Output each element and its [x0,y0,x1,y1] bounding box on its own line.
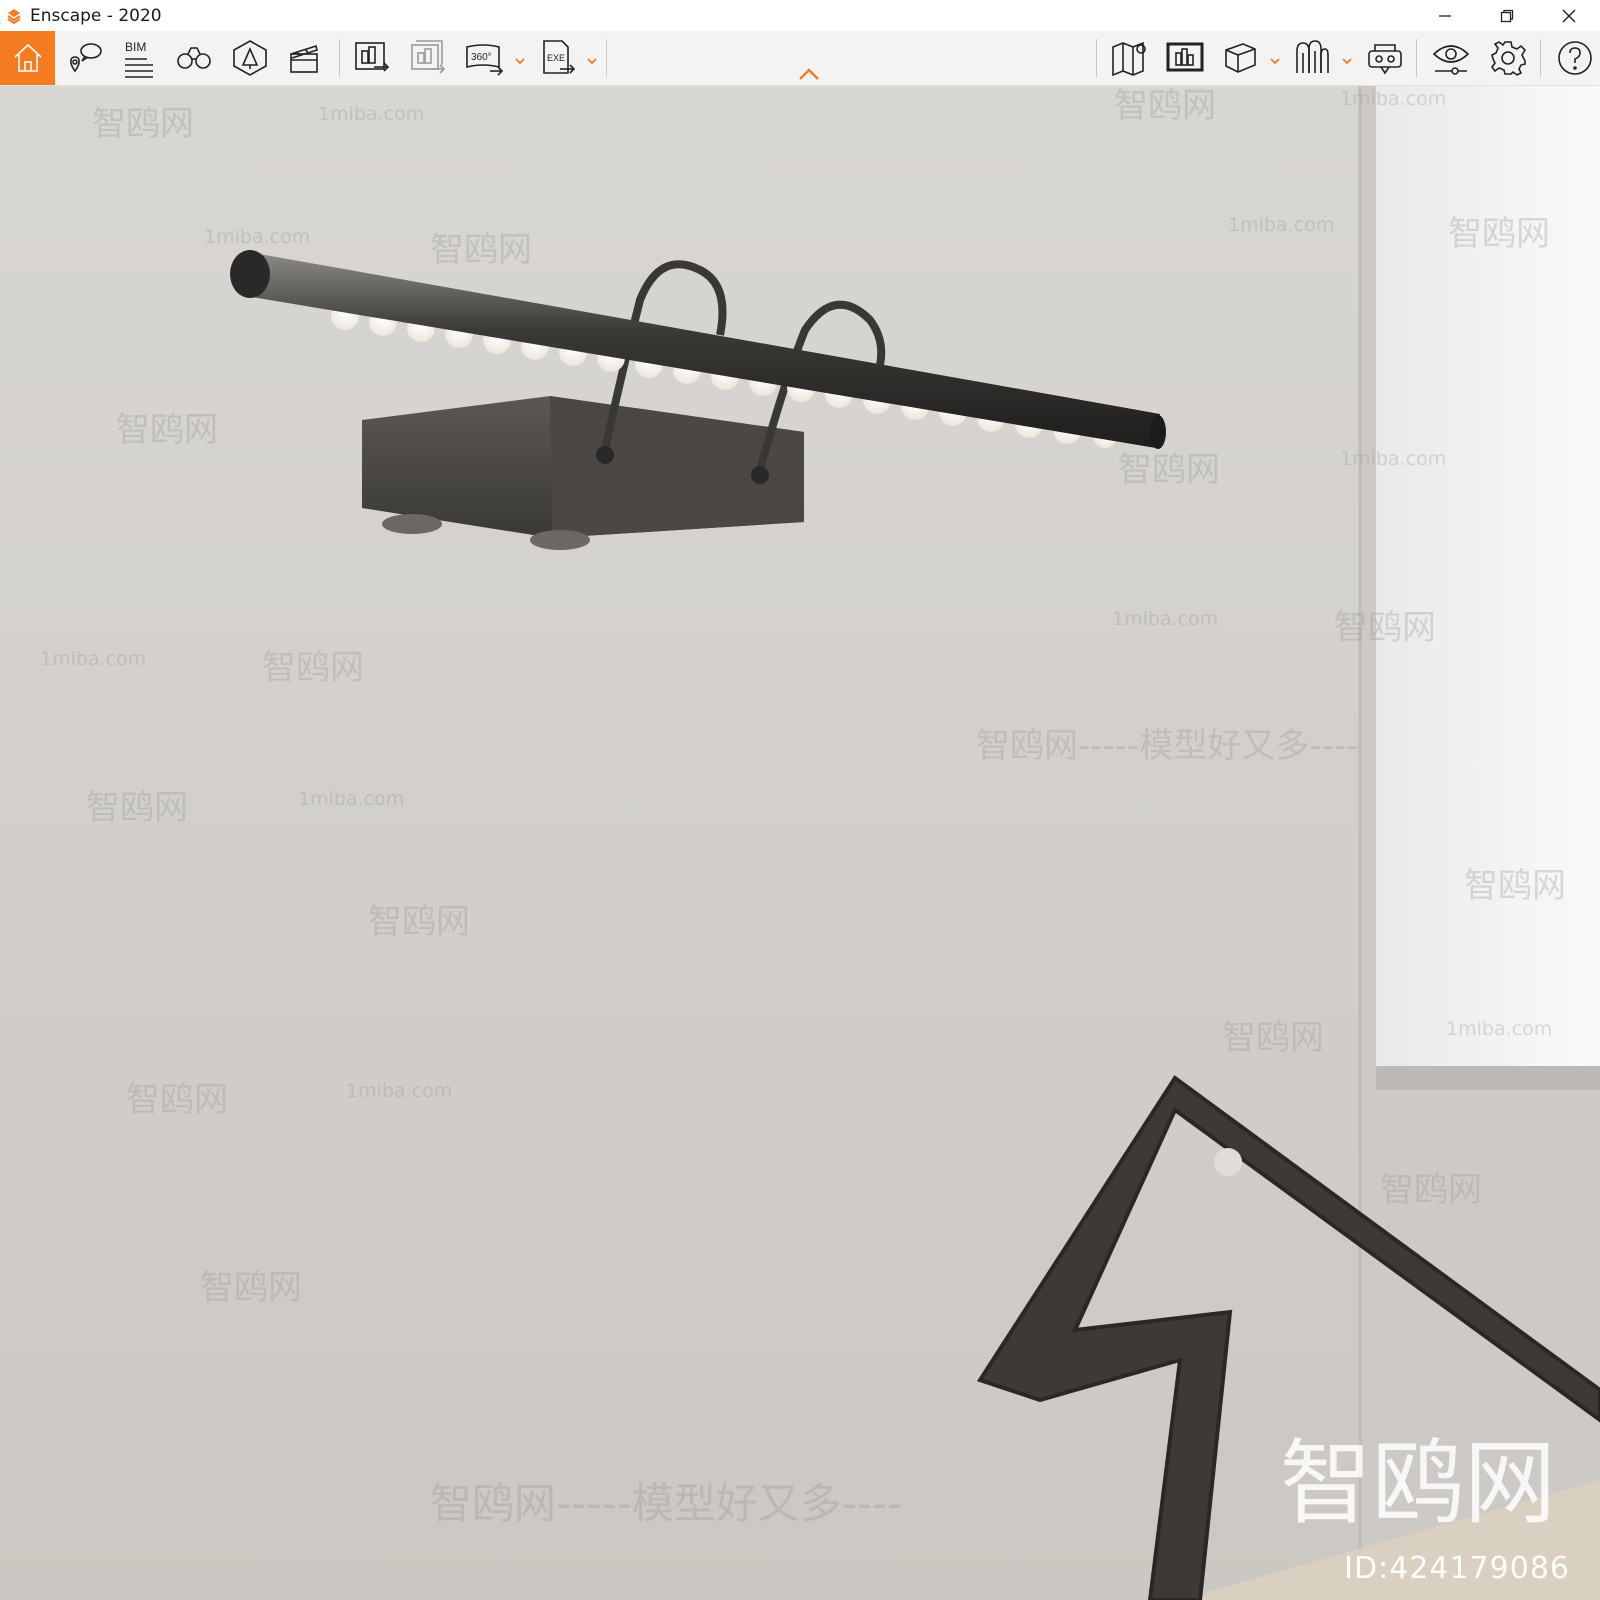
views-icon [70,43,102,73]
project-view-dropdown[interactable] [1270,53,1280,65]
visual-settings-button[interactable] [1426,31,1476,85]
watermark-brand: 智鸥网 [430,230,532,270]
watermark-site: 1miba.com [1340,88,1447,110]
visual-settings-icon [1432,45,1470,75]
batch-export-icon [411,40,446,74]
watermark-site: 1miba.com [298,788,405,810]
project-view-button[interactable] [1216,31,1264,85]
svg-text:BIM: BIM [125,40,146,54]
watermark-brand: 智鸥网 [1334,608,1436,648]
video-editor-button[interactable] [280,31,328,85]
map-icon [1112,41,1146,77]
watermark-site: 1miba.com [1228,214,1335,236]
watermark-site: 1miba.com [346,1080,453,1102]
render-viewport[interactable]: 1miba.com 智鸥网 智鸥网 1miba.com 1miba.com 智鸥… [0,86,1600,1600]
panorama-dropdown[interactable] [515,53,525,65]
chevron-down-icon [1342,58,1352,65]
watermark-brand: 智鸥网 [1448,214,1550,254]
minimize-icon [1439,14,1451,17]
chevron-down-icon [1270,58,1280,65]
watermark-site: 1miba.com [318,103,425,125]
exe-export-dropdown[interactable] [587,53,597,65]
collapse-toolbar-button[interactable] [798,67,820,86]
render-window-button[interactable] [1160,31,1210,85]
watermark-brand: 智鸥网 [1114,86,1216,126]
enscape-logo-icon [7,8,21,24]
restore-button[interactable] [1476,0,1538,31]
brand-corner-watermark: 智鸥网 [1279,1430,1556,1537]
walk-mode-button[interactable] [170,31,218,85]
settings-button[interactable] [1484,31,1532,85]
watermark-brand: 智鸥网 [368,902,470,942]
exe-export-button[interactable]: EXE [534,31,582,85]
panorama-button[interactable]: 360° [460,31,510,85]
bim-icon: BIM [125,40,153,78]
help-button[interactable] [1550,31,1600,85]
chevron-down-icon [587,58,597,65]
enscape-toolbar: BIM 360° EXE [0,31,1600,86]
watermark-site: 1miba.com [1340,448,1447,470]
bim-button[interactable]: BIM [114,31,162,85]
watermark-site: 1miba.com [1446,1018,1553,1040]
watermark-site: 1miba.com [204,226,311,248]
video-editor-icon [290,44,318,73]
batch-render-button[interactable] [404,31,452,85]
close-icon [1562,9,1576,22]
panorama-360-icon: 360° [466,44,504,76]
atmosphere-icon [1296,40,1329,73]
home-button[interactable] [0,31,55,85]
watermark-slogan: 智鸥网-----模型好又多---- [976,726,1359,766]
chevron-down-icon [515,58,525,65]
atmosphere-dropdown[interactable] [1342,53,1352,65]
watermark-site: 1miba.com [1112,608,1219,630]
watermark-brand: 智鸥网 [1380,1170,1482,1210]
watermark-slogan: 智鸥网-----模型好又多---- [430,1479,903,1528]
vr-headset-button[interactable] [1360,31,1410,85]
title-bar: Enscape - 2020 [0,0,1600,31]
exe-export-icon: EXE [543,40,576,74]
watermark-brand: 智鸥网 [126,1080,228,1120]
watermark-brand: 智鸥网 [1464,866,1566,906]
cube-icon [1225,43,1256,73]
rendered-scene [230,86,1600,1600]
atmosphere-button[interactable] [1288,31,1336,85]
watermark-brand: 智鸥网 [200,1268,302,1308]
minimize-button[interactable] [1414,0,1476,31]
watermark-brand: 智鸥网 [86,788,188,828]
views-button[interactable] [62,31,108,85]
screenshot-button[interactable] [348,31,396,85]
chevron-up-icon [799,68,819,80]
asset-library-button[interactable] [226,31,274,85]
watermark-brand: 智鸥网 [1222,1018,1324,1058]
close-button[interactable] [1538,0,1600,31]
render-window-icon [1166,42,1204,72]
asset-library-icon [233,40,267,76]
vr-headset-icon [1368,44,1402,75]
restore-icon [1500,9,1514,22]
id-watermark: ID:424179086 [1344,1551,1570,1586]
window-title: Enscape - 2020 [30,5,162,26]
help-icon [1558,41,1592,75]
watermark-brand: 智鸥网 [262,648,364,688]
watermark-site: 1miba.com [40,648,147,670]
watermark-brand: 智鸥网 [116,410,218,450]
svg-text:360°: 360° [471,52,492,63]
home-icon [13,43,42,72]
svg-text:EXE: EXE [547,53,565,63]
binoculars-icon [177,47,211,69]
settings-gear-icon [1491,41,1527,76]
watermark-brand: 智鸥网 [1118,450,1220,490]
screenshot-export-icon [355,42,390,72]
watermark-brand: 智鸥网 [92,104,194,144]
map-button[interactable] [1104,31,1154,85]
